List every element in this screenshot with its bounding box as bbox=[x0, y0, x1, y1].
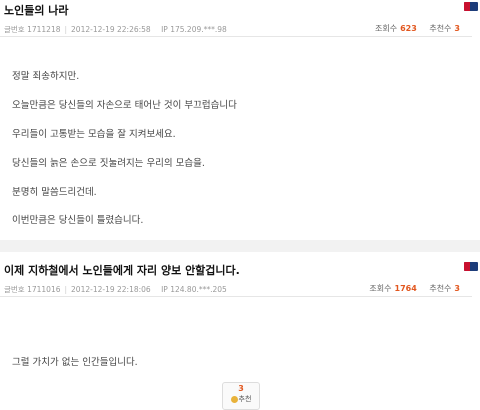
post-body-line: 이번만큼은 당신들이 틀렸습니다. bbox=[12, 215, 144, 226]
post-stats: 조회수 1764 추천수 3 bbox=[369, 283, 460, 294]
views-label: 조회수 bbox=[374, 24, 398, 33]
recommend-label: 추천수 bbox=[429, 284, 452, 293]
mlb-logo-icon bbox=[464, 2, 478, 11]
ip-label: IP bbox=[161, 25, 168, 34]
post-body-line: 그럴 가치가 없는 인간들입니다. bbox=[12, 357, 138, 368]
views-count: 623 bbox=[400, 24, 417, 33]
recommend-count: 3 bbox=[454, 284, 460, 293]
ip-address: 124.80.***.205 bbox=[170, 285, 227, 294]
post-meta: 글번호 1711218 | 2012-12-19 22:26:58 IP 175.2… bbox=[0, 22, 472, 37]
post-separator bbox=[0, 240, 480, 252]
divider: | bbox=[64, 285, 68, 294]
post-header: 이제 지하철에서 노인들에게 자리 양보 안할겁니다. bbox=[0, 260, 480, 278]
post-body-line: 오늘만큼은 당신들의 자손으로 태어난 것이 부끄럽습니다 bbox=[12, 100, 237, 111]
post-header: 노인들의 나라 bbox=[0, 0, 480, 18]
post-date: 2012-12-19 22:26:58 bbox=[71, 25, 151, 34]
post-meta-left: 글번호 1711218 | 2012-12-19 22:26:58 IP 175.2… bbox=[4, 24, 227, 35]
divider: | bbox=[64, 25, 68, 34]
post-body-line: 당신들의 늙은 손으로 짓눌려지는 우리의 모습을. bbox=[12, 158, 205, 169]
ip-label: IP bbox=[161, 285, 168, 294]
ip-address: 175.209.***.98 bbox=[170, 25, 227, 34]
post-meta-left: 글번호 1711016 | 2012-12-19 22:18:06 IP 124.8… bbox=[4, 284, 227, 295]
post-2: 이제 지하철에서 노인들에게 자리 양보 안할겁니다. 글번호 1711016 |… bbox=[0, 252, 480, 410]
post-date: 2012-12-19 22:18:06 bbox=[71, 285, 151, 294]
recommend-button-inner: 추천 bbox=[223, 394, 259, 404]
views-label: 조회수 bbox=[369, 284, 392, 293]
post-meta: 글번호 1711016 | 2012-12-19 22:18:06 IP 124.8… bbox=[0, 282, 472, 297]
post-number: 1711218 bbox=[27, 25, 61, 34]
post-body-line: 우리들이 고통받는 모습을 잘 지켜보세요. bbox=[12, 129, 176, 140]
mlb-logo-icon bbox=[464, 262, 478, 271]
post-title[interactable]: 이제 지하철에서 노인들에게 자리 양보 안할겁니다. bbox=[4, 262, 240, 278]
post-1: 노인들의 나라 글번호 1711218 | 2012-12-19 22:26:58 … bbox=[0, 0, 480, 240]
recommend-button-label: 추천 bbox=[238, 395, 252, 403]
recommend-button-count: 3 bbox=[238, 384, 244, 393]
post-title[interactable]: 노인들의 나라 bbox=[4, 2, 69, 18]
thumb-up-icon bbox=[230, 395, 238, 403]
recommend-label: 추천수 bbox=[429, 24, 452, 33]
recommend-count: 3 bbox=[454, 24, 460, 33]
post-body-line: 분명히 말씀드리건데. bbox=[12, 187, 97, 198]
post-number-label: 글번호 bbox=[4, 25, 25, 34]
post-number: 1711016 bbox=[27, 285, 61, 294]
post-body-line: 정말 죄송하지만. bbox=[12, 71, 80, 82]
post-stats: 조회수 623 추천수 3 bbox=[375, 23, 460, 34]
post-number-label: 글번호 bbox=[4, 285, 25, 294]
views-count: 1764 bbox=[394, 284, 417, 293]
